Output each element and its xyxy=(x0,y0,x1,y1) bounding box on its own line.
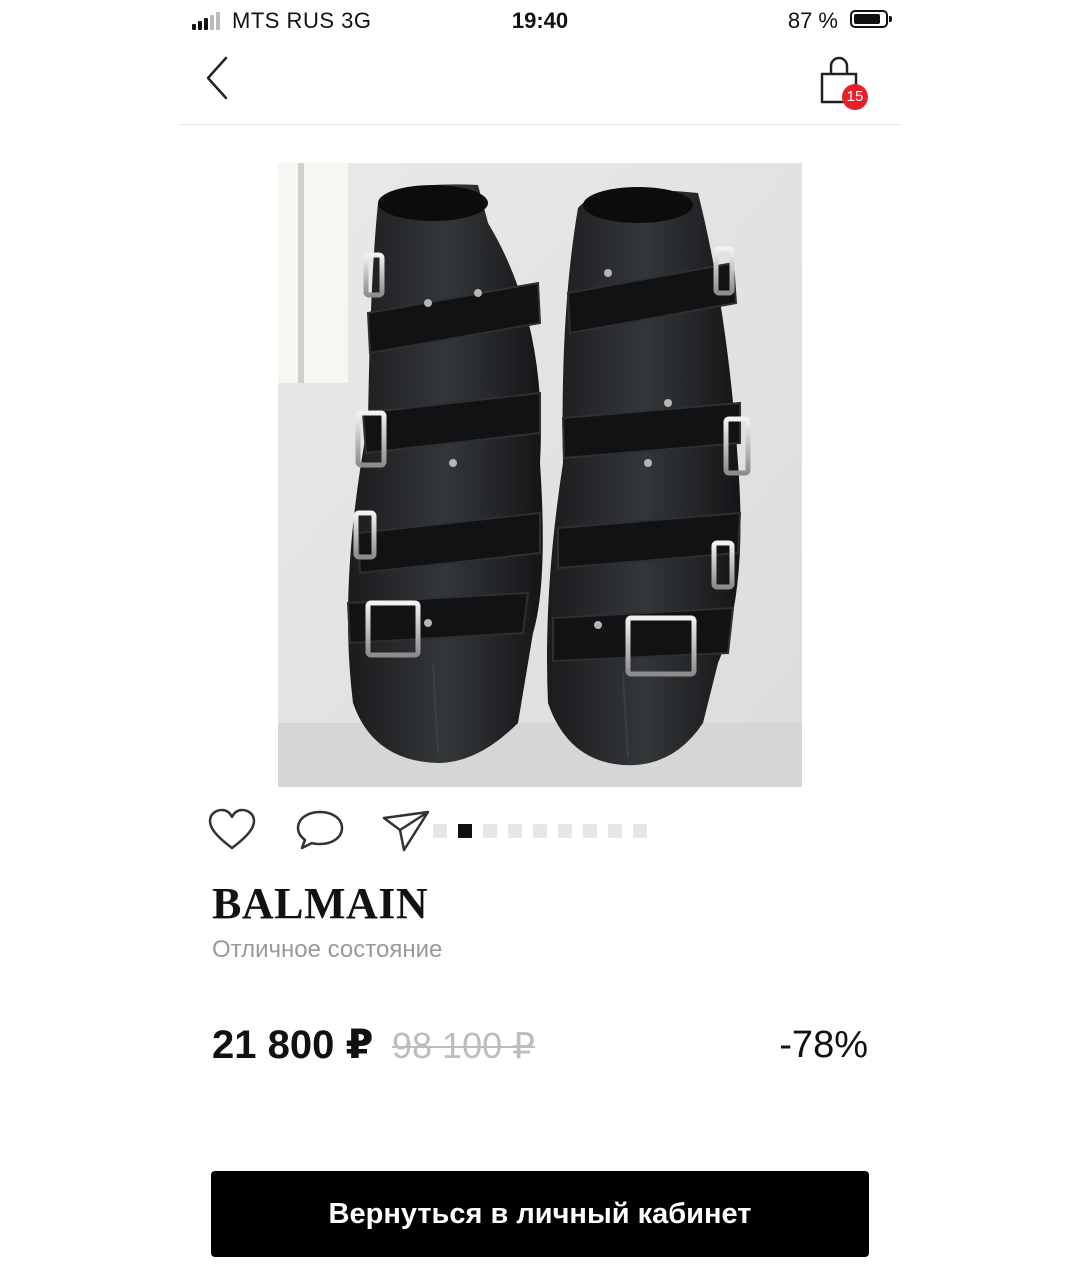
comment-button[interactable] xyxy=(294,806,346,854)
like-button[interactable] xyxy=(206,806,258,854)
pagination-dot[interactable] xyxy=(508,824,522,838)
boots-photo xyxy=(278,163,802,787)
share-button[interactable] xyxy=(380,806,432,854)
product-image[interactable] xyxy=(278,163,802,787)
pagination-dot[interactable] xyxy=(583,824,597,838)
navigation-bar xyxy=(180,40,900,125)
cart-count-badge: 15 xyxy=(842,84,868,110)
app-screen: MTS RUS 3G 19:40 87 % 15 BALMAIN Отлично… xyxy=(180,0,900,1280)
pagination-dot[interactable] xyxy=(483,824,497,838)
send-icon xyxy=(382,810,430,852)
back-button[interactable] xyxy=(200,54,240,104)
product-brand: BALMAIN xyxy=(212,879,429,928)
status-bar: MTS RUS 3G 19:40 87 % xyxy=(180,0,900,40)
back-to-account-button[interactable]: Вернуться в личный кабинет xyxy=(211,1171,869,1257)
comment-icon xyxy=(296,810,344,850)
battery-icon xyxy=(850,10,892,28)
product-old-price: 98 100 ₽ xyxy=(392,1025,536,1066)
product-condition: Отличное состояние xyxy=(212,936,443,963)
battery-percent: 87 % xyxy=(787,8,838,33)
discount-label: -78% xyxy=(779,1024,868,1066)
chevron-left-icon xyxy=(206,56,228,100)
battery-level xyxy=(854,14,880,24)
product-price: 21 800 ₽ xyxy=(212,1023,374,1067)
heart-icon xyxy=(208,808,256,850)
pagination-dot[interactable] xyxy=(558,824,572,838)
pagination-dot[interactable] xyxy=(433,824,447,838)
pagination-dot[interactable] xyxy=(458,824,472,838)
pagination-dot[interactable] xyxy=(633,824,647,838)
pagination-dot[interactable] xyxy=(608,824,622,838)
action-bar xyxy=(180,800,900,860)
gallery-pagination[interactable] xyxy=(433,824,647,838)
pagination-dot[interactable] xyxy=(533,824,547,838)
